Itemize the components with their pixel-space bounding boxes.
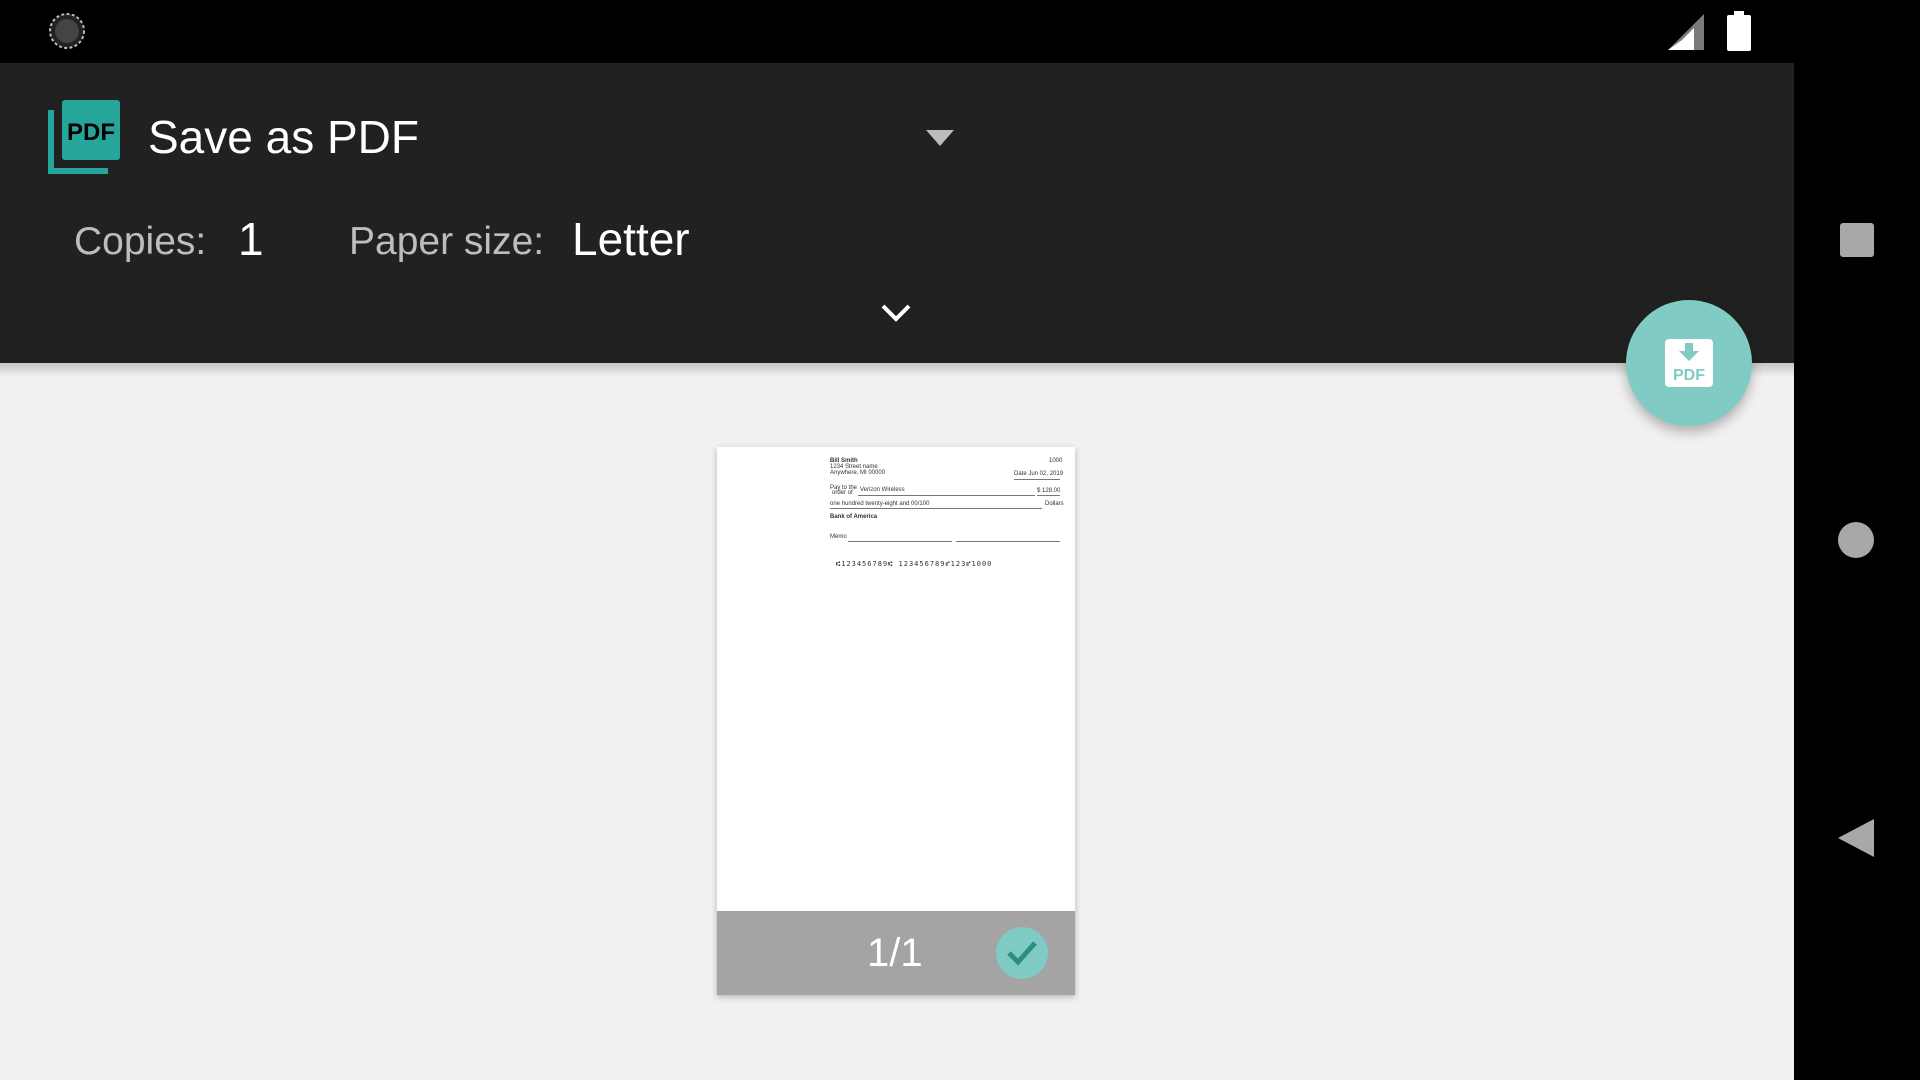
check-date: Date Jun 02, 2019 <box>1014 471 1064 477</box>
fab-pdf-label: PDF <box>1673 367 1705 384</box>
page-footer: 1/1 <box>717 911 1075 995</box>
micr-line: ⑆123456789⑆ 123456789⑈123⑈1000 <box>836 560 993 568</box>
header-shadow <box>0 363 1794 377</box>
dollars-label: Dollars <box>1045 501 1064 507</box>
check-amount: $ 128.00 <box>1037 488 1061 494</box>
printer-name[interactable]: Save as PDF <box>148 110 419 164</box>
memo-label: Memo <box>830 534 847 540</box>
payee-name: Verizon Wireless <box>860 487 905 493</box>
amount-line <box>1037 495 1060 496</box>
pdf-icon: PDF <box>48 100 120 174</box>
battery-icon <box>1727 11 1751 51</box>
paper-size-label: Paper size: <box>349 220 545 263</box>
recents-square-icon[interactable] <box>1840 223 1874 257</box>
copies-label: Copies: <box>74 220 207 263</box>
chevron-down-icon[interactable] <box>880 302 912 324</box>
amount-words: one hundred twenty-eight and 00/100 <box>830 501 930 507</box>
amount-words-line <box>830 508 1042 509</box>
back-triangle-icon[interactable] <box>1838 819 1874 857</box>
page-select-checkbox[interactable] <box>996 927 1048 979</box>
home-circle-icon[interactable] <box>1838 522 1874 558</box>
checkmark-icon <box>1007 941 1037 966</box>
dropdown-arrow-icon[interactable] <box>926 130 954 146</box>
status-bar <box>0 0 1920 63</box>
page-preview[interactable]: Bill Smith 1234 Street name Anywhere, MI… <box>717 447 1075 995</box>
check-number: 1000 <box>1049 458 1063 464</box>
memo-line <box>848 541 952 542</box>
date-line <box>1014 479 1060 480</box>
signature-line <box>956 541 1060 542</box>
cell-signal-icon <box>1668 14 1704 50</box>
svg-text:PDF: PDF <box>67 119 115 146</box>
save-pdf-button[interactable]: PDF <box>1626 300 1752 426</box>
bank-name: Bank of America <box>830 514 878 520</box>
payee-line <box>858 495 1035 496</box>
page-counter: 1/1 <box>867 931 923 975</box>
copies-field[interactable]: 1 <box>238 212 264 266</box>
loading-spinner-icon <box>49 13 85 49</box>
payer-address-line2: Anywhere, MI 00000 <box>830 470 886 476</box>
download-pdf-icon: PDF <box>1665 339 1713 387</box>
paper-size-selector[interactable]: Letter <box>572 212 690 266</box>
pay-to-label-2: order of <box>832 490 853 496</box>
